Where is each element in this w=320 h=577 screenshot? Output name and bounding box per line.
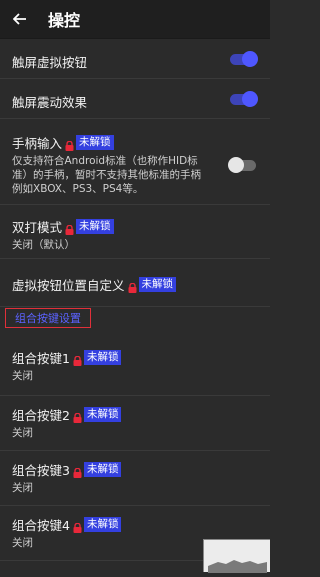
touch-vibration-toggle[interactable] [230, 91, 258, 107]
combo-key-label: 组合按键2 [12, 408, 70, 423]
double-tap-label: 双打模式 [12, 220, 63, 235]
row-custom-position[interactable]: 虚拟按钮位置自定义 未解锁 [0, 259, 270, 307]
lock-icon [73, 466, 82, 478]
locked-badge: 未解锁 [83, 517, 122, 532]
gamepad-description: 仅支持符合Android标准（也称作HID标 准）的手柄，暂时不支持其他标准的手… [12, 154, 227, 196]
lock-icon [73, 411, 82, 423]
combo-key-value: 关闭 [12, 427, 33, 439]
locked-badge: 未解锁 [76, 135, 114, 150]
lock-icon [65, 139, 74, 151]
lock-icon [73, 354, 82, 366]
row-combo-key-1[interactable]: 组合按键1 未解锁 关闭 [0, 341, 270, 396]
floating-preview-thumbnail[interactable] [203, 539, 270, 573]
lock-icon [65, 223, 74, 235]
locked-badge: 未解锁 [83, 462, 122, 477]
locked-badge: 未解锁 [138, 277, 177, 292]
row-touch-vibration[interactable]: 触屏震动效果 [0, 79, 270, 119]
row-touch-buttons[interactable]: 触屏虚拟按钮 [0, 39, 270, 79]
touch-buttons-toggle[interactable] [230, 51, 258, 67]
combo-key-label-wrap: 组合按键4 未解锁 [12, 506, 258, 534]
locked-badge: 未解锁 [83, 407, 122, 422]
double-tap-value: 关闭（默认） [12, 239, 75, 251]
custom-position-label: 虚拟按钮位置自定义 [12, 278, 125, 293]
combo-key-label-wrap: 组合按键2 未解锁 [12, 396, 258, 424]
gamepad-desc-line1: 仅支持符合Android标准（也称作HID标 [12, 155, 198, 167]
toggle-knob [228, 157, 244, 173]
row-combo-key-3[interactable]: 组合按键3 未解锁 关闭 [0, 451, 270, 506]
section-header-label: 组合按键设置 [15, 312, 81, 325]
combo-key-value: 关闭 [12, 370, 33, 382]
combo-key-label-wrap: 组合按键1 未解锁 [12, 341, 258, 367]
combo-key-label: 组合按键1 [12, 351, 70, 366]
app-bar: 操控 [0, 0, 270, 39]
locked-badge: 未解锁 [76, 219, 114, 234]
gamepad-toggle[interactable] [228, 157, 256, 173]
gamepad-desc-line3: 例如XBOX、PS3、PS4等。 [12, 183, 144, 195]
preview-graphic [208, 560, 267, 573]
double-tap-label-wrap: 双打模式 未解锁 [12, 205, 258, 236]
touch-buttons-label: 触屏虚拟按钮 [12, 55, 88, 70]
combo-key-value: 关闭 [12, 482, 33, 494]
back-arrow-icon[interactable] [0, 0, 40, 38]
toggle-knob [242, 51, 258, 67]
touch-vibration-label: 触屏震动效果 [12, 95, 88, 110]
custom-position-label-wrap: 虚拟按钮位置自定义 未解锁 [12, 259, 258, 294]
locked-badge: 未解锁 [83, 350, 122, 365]
gamepad-label-wrap: 手柄输入 未解锁 [12, 119, 258, 152]
row-gamepad-input[interactable]: 手柄输入 未解锁 仅支持符合Android标准（也称作HID标 准）的手柄，暂时… [0, 119, 270, 205]
lock-icon [73, 521, 82, 533]
row-combo-key-2[interactable]: 组合按键2 未解锁 关闭 [0, 396, 270, 451]
section-header-combo-keys: 组合按键设置 [5, 308, 91, 328]
toggle-knob [242, 91, 258, 107]
combo-key-label: 组合按键3 [12, 463, 70, 478]
gamepad-desc-line2: 准）的手柄，暂时不支持其他标准的手柄 [12, 169, 201, 181]
lock-icon [128, 281, 137, 293]
combo-key-label: 组合按键4 [12, 518, 70, 533]
row-double-tap[interactable]: 双打模式 未解锁 关闭（默认） [0, 205, 270, 259]
gamepad-label: 手柄输入 [12, 136, 63, 151]
combo-key-label-wrap: 组合按键3 未解锁 [12, 451, 258, 479]
page-title: 操控 [48, 11, 81, 30]
